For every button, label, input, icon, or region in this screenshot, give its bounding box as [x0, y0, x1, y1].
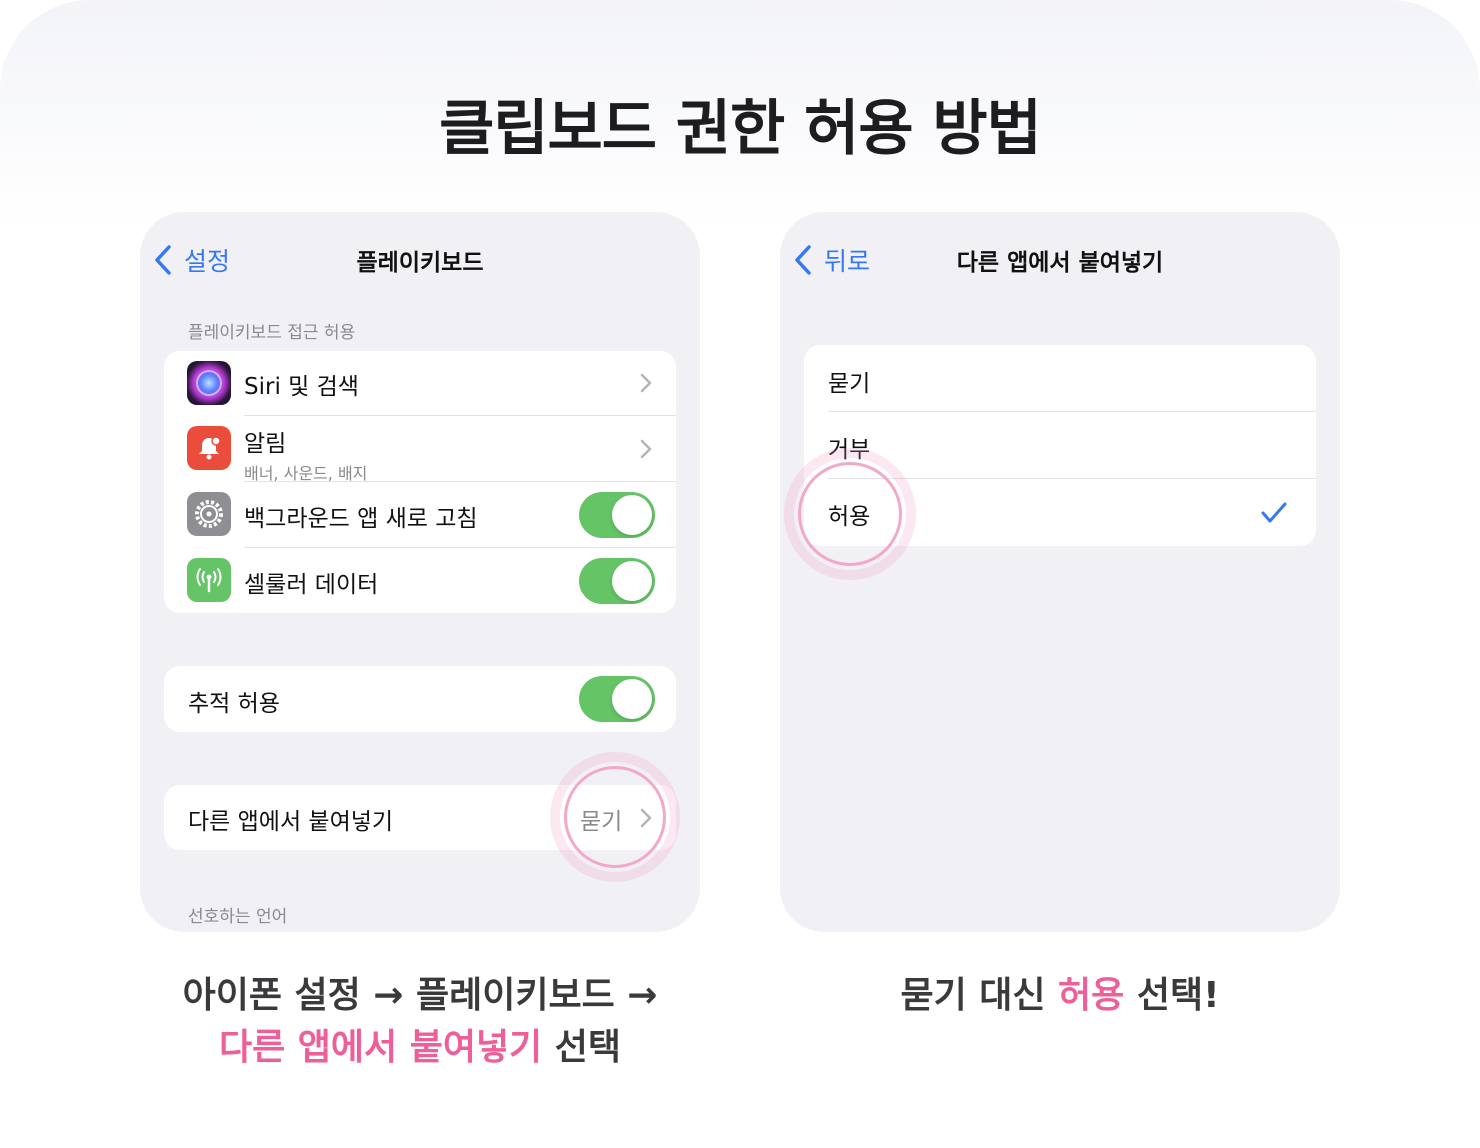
row-notifications[interactable]: 알림 배너, 사운드, 배지	[164, 416, 676, 483]
chevron-left-icon	[155, 245, 171, 275]
siri-icon	[187, 361, 231, 405]
row-background-refresh: 백그라운드 앱 새로 고침	[164, 482, 676, 547]
caption-highlight: 다른 앱에서 붙여넣기	[219, 1027, 543, 1068]
gear-icon	[187, 492, 231, 536]
caption-text: 선택!	[1124, 975, 1220, 1016]
back-button[interactable]: 뒤로	[792, 242, 870, 278]
row-label: 백그라운드 앱 새로 고침	[244, 506, 478, 532]
caption-left-line2: 다른 앱에서 붙여넣기 선택	[140, 1022, 700, 1074]
option-label: 묻기	[828, 371, 871, 397]
tracking-group: 추적 허용	[164, 666, 676, 732]
page-title: 클립보드 권한 허용 방법	[439, 94, 1042, 164]
caption-left: 아이폰 설정 → 플레이키보드 → 다른 앱에서 붙여넣기 선택	[140, 970, 700, 1074]
highlight-ring	[564, 766, 666, 868]
chevron-left-icon	[795, 245, 811, 275]
checkmark-icon	[1261, 502, 1287, 523]
row-label: 추적 허용	[188, 691, 280, 717]
section-label-language: 선호하는 언어	[188, 907, 288, 927]
nav-title-left: 플레이키보드	[356, 250, 484, 276]
row-cellular-data: 셀룰러 데이터	[164, 548, 676, 613]
caption-right: 묻기 대신 허용 선택!	[780, 970, 1340, 1022]
row-label: 셀룰러 데이터	[244, 572, 379, 598]
row-tracking: 추적 허용	[164, 666, 676, 732]
back-label: 설정	[184, 247, 231, 276]
row-label: 알림	[244, 431, 287, 457]
caption-highlight: 허용	[1058, 975, 1125, 1016]
nav-title-right: 다른 앱에서 붙여넣기	[956, 250, 1164, 276]
background-card: 클립보드 권한 허용 방법 설정 플레이키보드 플레이키보드 접근 허용 Sir…	[0, 0, 1480, 1148]
antenna-icon	[187, 558, 231, 602]
back-button-settings[interactable]: 설정	[152, 242, 230, 278]
row-label: 다른 앱에서 붙여넣기	[188, 809, 394, 835]
access-settings-group: Siri 및 검색 알림 배너, 사운드, 배지 백그라운드 앱 새로 고침 셀…	[164, 351, 676, 613]
notification-bell-icon	[187, 426, 231, 470]
caption-text: 묻기 대신	[900, 975, 1059, 1016]
option-ask[interactable]: 묻기	[804, 345, 1316, 411]
section-label-access: 플레이키보드 접근 허용	[188, 323, 356, 343]
row-siri-search[interactable]: Siri 및 검색	[164, 351, 676, 415]
back-label: 뒤로	[824, 247, 871, 276]
cellular-data-toggle[interactable]	[579, 558, 655, 604]
chevron-right-icon	[640, 373, 652, 393]
caption-left-line1: 아이폰 설정 → 플레이키보드 →	[182, 975, 658, 1016]
row-label: Siri 및 검색	[244, 374, 359, 400]
tracking-toggle[interactable]	[579, 676, 655, 722]
caption-text: 선택	[542, 1027, 621, 1068]
chevron-right-icon	[640, 439, 652, 459]
background-refresh-toggle[interactable]	[579, 492, 655, 538]
highlight-ring	[798, 462, 902, 566]
